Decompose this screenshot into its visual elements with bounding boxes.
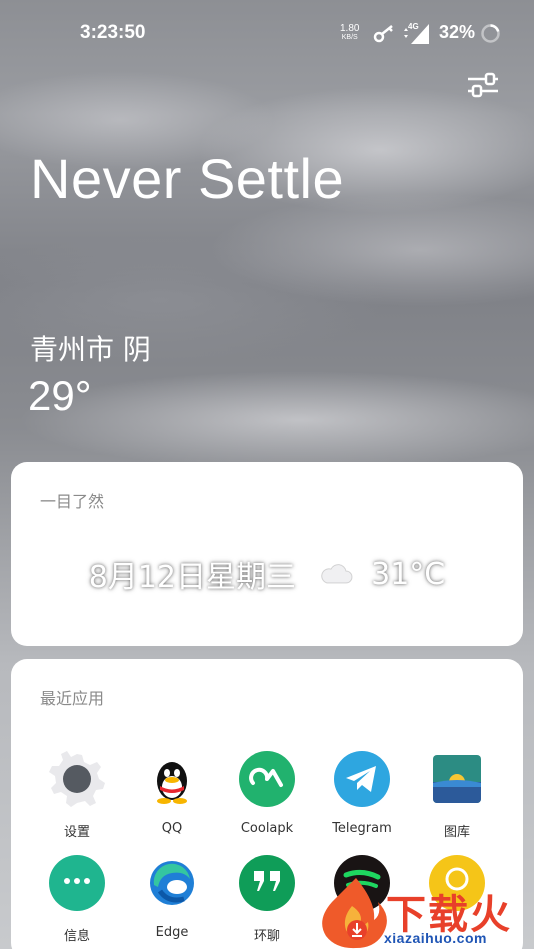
app-edge[interactable]: Edge (124, 855, 220, 940)
weather-city-condition[interactable]: 青州市 阴 (30, 328, 151, 368)
app-qq[interactable]: QQ (124, 751, 220, 836)
app-label: 环聊 (253, 929, 280, 944)
wallpaper (0, 0, 534, 500)
card-title: 最近应用 (40, 689, 105, 708)
edge-icon (144, 855, 200, 911)
app-coolapk[interactable]: Coolapk (219, 751, 315, 836)
app-hangouts[interactable]: 环聊 (219, 855, 315, 944)
telegram-icon (334, 751, 390, 807)
qq-penguin-icon (144, 751, 200, 807)
app-label: Edge (155, 925, 189, 940)
glance-content: 8月12日星期三 31°C (11, 552, 523, 596)
app-messages[interactable]: 信息 (29, 855, 125, 944)
net-speed-unit: KB/S (341, 34, 358, 41)
at-a-glance-card[interactable]: 一目了然 8月12日星期三 31°C (11, 462, 523, 646)
glance-date: 8月12日星期三 (88, 560, 297, 595)
shelf-headline: Never Settle (30, 147, 345, 210)
vpn-key-icon (373, 25, 393, 43)
app-telegram[interactable]: Telegram (314, 751, 410, 836)
cloud-icon (320, 564, 353, 584)
app-gallery[interactable]: 图库 (409, 751, 505, 840)
network-type-label: 4G (408, 22, 419, 31)
net-speed-indicator: 1.80 KB/S (340, 24, 359, 42)
coolapk-icon (239, 751, 295, 807)
messages-icon (49, 855, 105, 911)
watermark-url: xiazaihuo.com (384, 930, 487, 946)
app-label: QQ (161, 821, 183, 836)
glance-forecast-temp: 31°C (371, 556, 446, 592)
battery-ring-icon (481, 24, 500, 43)
app-label: 信息 (63, 929, 90, 944)
status-bar: 3:23:50 1.80 KB/S 4G 32% (0, 0, 534, 66)
app-label: Coolapk (240, 821, 294, 836)
card-title: 一目了然 (40, 492, 105, 511)
hangouts-icon (239, 855, 295, 911)
app-settings[interactable]: 设置 (29, 751, 125, 840)
shelf-settings-sliders-icon[interactable] (466, 70, 500, 100)
battery-percent: 32% (439, 22, 476, 42)
weather-temperature[interactable]: 29° (28, 372, 92, 420)
app-label: Telegram (332, 821, 392, 836)
settings-gear-icon (49, 751, 105, 807)
status-time: 3:23:50 (80, 22, 146, 43)
app-label: 图库 (443, 825, 470, 840)
gallery-icon (433, 755, 481, 803)
app-label: 设置 (63, 825, 90, 840)
